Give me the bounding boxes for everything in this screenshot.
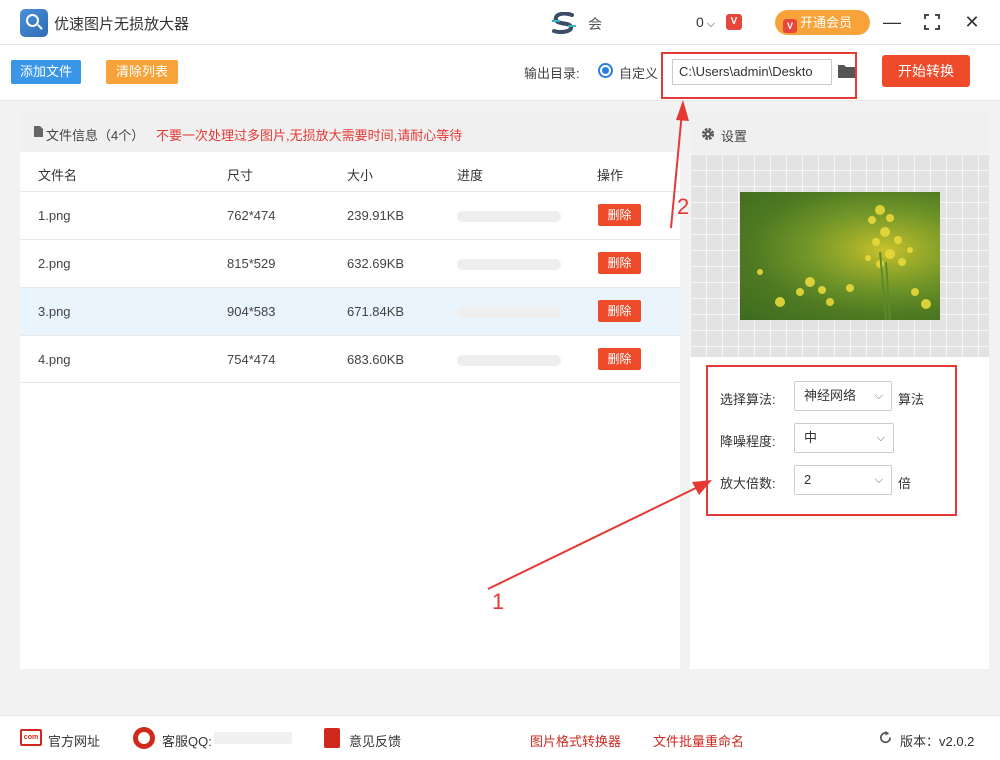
- denoise-select[interactable]: 中 ⌵: [794, 423, 894, 453]
- table-row[interactable]: 3.png 904*583 671.84KB 删除: [20, 287, 680, 335]
- format-converter-link[interactable]: 图片格式转换器: [530, 731, 621, 750]
- algorithm-label: 选择算法:: [720, 392, 776, 407]
- column-header-action: 操作: [597, 168, 624, 183]
- vip-badge-icon: V: [726, 14, 742, 30]
- delete-button[interactable]: 删除: [598, 300, 641, 322]
- clear-list-button[interactable]: 清除列表: [106, 60, 178, 84]
- table-bottom-divider: [20, 382, 680, 383]
- denoise-label: 降噪程度:: [720, 434, 776, 449]
- add-files-button[interactable]: 添加文件: [11, 60, 81, 84]
- version-label: 版本：v2.0.2: [900, 734, 975, 749]
- file-dimensions: 904*583: [227, 304, 276, 319]
- maximize-button[interactable]: [920, 10, 944, 34]
- progress-bar: [457, 259, 561, 270]
- customer-service-icon: [133, 727, 155, 749]
- table-row[interactable]: 4.png 754*474 683.60KB 删除: [20, 335, 680, 383]
- file-size: 683.60KB: [347, 352, 405, 367]
- file-dimensions: 815*529: [227, 256, 276, 271]
- column-header-progress: 进度: [457, 168, 484, 183]
- settings-title: 设置: [721, 129, 748, 144]
- progress-bar: [457, 355, 561, 366]
- column-header-filename: 文件名: [38, 168, 78, 183]
- column-header-filesize: 大小: [347, 168, 374, 183]
- gear-icon: [702, 128, 714, 140]
- file-info-header: 文件信息（4个） 不要一次处理过多图片,无损放大需要时间,请耐心等待: [20, 112, 680, 152]
- column-header-dimensions: 尺寸: [227, 168, 254, 183]
- output-dir-label: 输出目录:: [524, 66, 580, 81]
- user-label[interactable]: 会: [588, 14, 602, 34]
- file-size: 239.91KB: [347, 208, 405, 223]
- custom-dir-label[interactable]: 自定义: [619, 63, 658, 82]
- file-name: 1.png: [38, 208, 71, 223]
- chevron-down-icon: ⌵: [874, 390, 883, 402]
- title-bar: 优速图片无损放大器 会 0 ⌵ V V 开通会员 — ✕: [0, 0, 1000, 45]
- maximize-icon: [924, 14, 940, 30]
- app-title: 优速图片无损放大器: [54, 16, 190, 33]
- qq-number-redacted: [214, 732, 292, 744]
- algorithm-value: 神经网络: [804, 388, 857, 403]
- vip-icon: V: [783, 19, 797, 33]
- footer: com 官方网址 客服QQ: 意见反馈 图片格式转换器 文件批量重命名 版本：v…: [0, 715, 1000, 760]
- denoise-value: 中: [804, 430, 818, 445]
- scale-label: 放大倍数:: [720, 476, 776, 491]
- settings-header: 设置: [690, 112, 989, 154]
- batch-rename-link[interactable]: 文件批量重命名: [653, 731, 744, 750]
- file-size: 632.69KB: [347, 256, 405, 271]
- start-convert-button[interactable]: 开始转换: [882, 55, 970, 87]
- user-logo-icon[interactable]: [550, 12, 578, 34]
- scale-suffix: 倍: [898, 476, 912, 491]
- feedback-link[interactable]: 意见反馈: [349, 731, 401, 750]
- file-dimensions: 762*474: [227, 208, 276, 223]
- progress-bar: [457, 211, 561, 222]
- file-list-panel: 文件信息（4个） 不要一次处理过多图片,无损放大需要时间,请耐心等待 文件名 尺…: [20, 112, 680, 669]
- website-link[interactable]: 官方网址: [48, 731, 100, 750]
- file-info-label: 文件信息（4个）: [46, 128, 145, 143]
- file-size: 671.84KB: [347, 304, 405, 319]
- algorithm-select[interactable]: 神经网络 ⌵: [794, 381, 892, 411]
- chevron-down-icon: ⌵: [874, 474, 883, 486]
- close-button[interactable]: ✕: [960, 10, 984, 34]
- annotation-box-output-path: [661, 52, 857, 99]
- points-dropdown[interactable]: 0 ⌵: [696, 14, 715, 31]
- chevron-down-icon: ⌵: [876, 432, 885, 444]
- website-icon: com: [20, 729, 42, 746]
- delete-button[interactable]: 删除: [598, 204, 641, 226]
- vip-button[interactable]: V 开通会员: [775, 10, 870, 35]
- delete-button[interactable]: 删除: [598, 348, 641, 370]
- custom-dir-radio[interactable]: [598, 63, 613, 78]
- chevron-down-icon: ⌵: [706, 18, 716, 30]
- annotation-number-2: 2: [677, 194, 690, 219]
- file-name: 4.png: [38, 352, 71, 367]
- minimize-button[interactable]: —: [880, 10, 904, 34]
- points-value: 0: [696, 14, 704, 30]
- scale-value: 2: [804, 472, 812, 487]
- file-name: 2.png: [38, 256, 71, 271]
- flower-photo: [757, 205, 931, 320]
- algorithm-suffix: 算法: [898, 392, 925, 407]
- scale-select[interactable]: 2 ⌵: [794, 465, 892, 495]
- file-doc-icon: [34, 126, 43, 137]
- table-row[interactable]: 2.png 815*529 632.69KB 删除: [20, 239, 680, 287]
- progress-bar: [457, 307, 561, 318]
- feedback-icon: [324, 728, 340, 748]
- file-dimensions: 754*474: [227, 352, 276, 367]
- vip-button-label: 开通会员: [800, 15, 853, 30]
- qq-label[interactable]: 客服QQ:: [162, 731, 212, 750]
- preview-image: [740, 192, 940, 320]
- delete-button[interactable]: 删除: [598, 252, 641, 274]
- file-name: 3.png: [38, 304, 71, 319]
- file-warning-text: 不要一次处理过多图片,无损放大需要时间,请耐心等待: [156, 128, 463, 143]
- app-logo-icon: [20, 9, 48, 37]
- table-row[interactable]: 1.png 762*474 239.91KB 删除: [20, 191, 680, 239]
- annotation-number-1: 1: [492, 589, 505, 614]
- refresh-icon[interactable]: [878, 730, 893, 745]
